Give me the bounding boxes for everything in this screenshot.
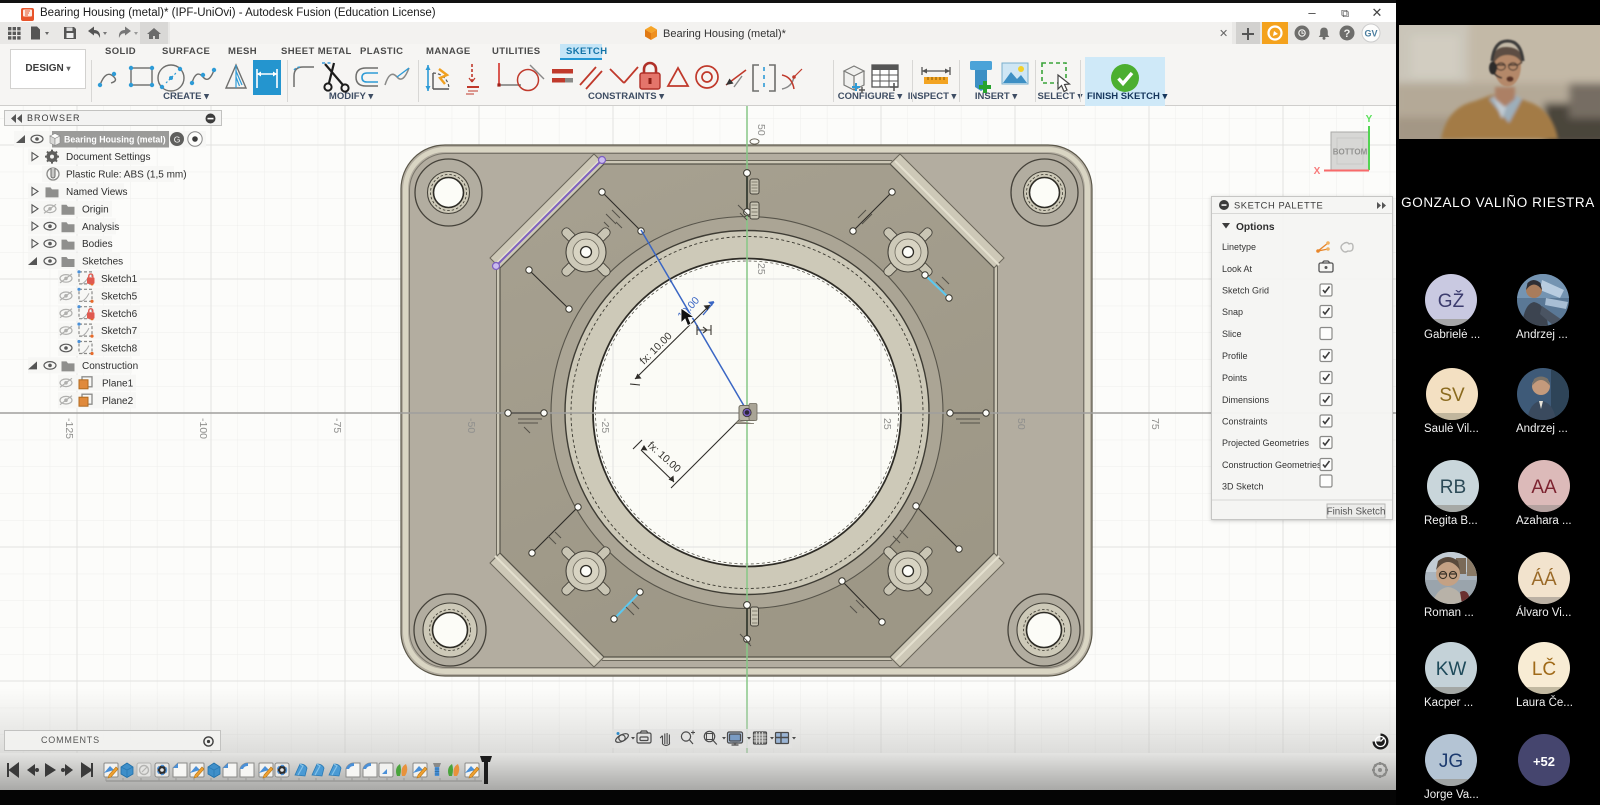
svg-text:Named Views: Named Views	[66, 187, 128, 198]
svg-text:Points: Points	[1222, 373, 1248, 383]
svg-text:G: G	[174, 135, 181, 145]
svg-text:Document Settings: Document Settings	[66, 152, 151, 163]
svg-text:Look At: Look At	[1222, 264, 1253, 274]
svg-text:BOTTOM: BOTTOM	[1333, 148, 1368, 157]
svg-text:SKETCH PALETTE: SKETCH PALETTE	[1234, 201, 1323, 211]
svg-text:Regita B...: Regita B...	[1424, 515, 1478, 527]
svg-text:Analysis: Analysis	[82, 222, 119, 233]
svg-text:Gabrielė ...: Gabrielė ...	[1424, 329, 1480, 341]
svg-text:75: 75	[1149, 418, 1161, 430]
svg-text:Origin: Origin	[82, 204, 109, 215]
svg-text:+52: +52	[1533, 754, 1555, 769]
svg-text:Andrzej ...: Andrzej ...	[1516, 423, 1568, 435]
svg-text:Sketches: Sketches	[82, 257, 123, 268]
svg-text:Constraints: Constraints	[1222, 417, 1268, 427]
svg-text:Saulė Vil...: Saulė Vil...	[1424, 423, 1479, 435]
svg-text:Sketch6: Sketch6	[101, 309, 138, 320]
svg-text:Álvaro Vi...: Álvaro Vi...	[1516, 606, 1571, 619]
svg-text:KW: KW	[1436, 659, 1467, 680]
svg-text:Slice: Slice	[1222, 329, 1242, 339]
svg-text:Snap: Snap	[1222, 307, 1243, 317]
svg-text:Profile: Profile	[1222, 351, 1248, 361]
svg-text:Azahara ...: Azahara ...	[1516, 515, 1572, 527]
svg-text:Roman ...: Roman ...	[1424, 607, 1474, 619]
svg-text:Projected Geometries: Projected Geometries	[1222, 438, 1310, 448]
svg-text:GŽ: GŽ	[1438, 290, 1465, 312]
svg-text:Bearing Housing (metal)*: Bearing Housing (metal)*	[663, 28, 787, 40]
svg-text:-75: -75	[331, 418, 343, 433]
svg-text:25: 25	[755, 263, 767, 275]
svg-text:Dimensions: Dimensions	[1222, 395, 1270, 405]
svg-text:RB: RB	[1440, 477, 1466, 498]
svg-text:3D Sketch: 3D Sketch	[1222, 482, 1264, 492]
svg-text:Finish Sketch: Finish Sketch	[1327, 507, 1386, 518]
svg-text:Plastic Rule: ABS (1,5 mm): Plastic Rule: ABS (1,5 mm)	[66, 170, 187, 181]
svg-text:✕: ✕	[1219, 28, 1228, 40]
svg-text:Bodies: Bodies	[82, 239, 113, 250]
svg-text:AA: AA	[1531, 477, 1557, 498]
svg-text:Sketch8: Sketch8	[101, 344, 138, 355]
svg-text:X: X	[1314, 166, 1321, 177]
svg-text:-25: -25	[599, 418, 611, 433]
svg-text:JG: JG	[1439, 751, 1463, 772]
svg-text:ÁÁ: ÁÁ	[1531, 569, 1557, 590]
svg-text:50: 50	[1015, 418, 1027, 430]
svg-text:LČ: LČ	[1532, 658, 1556, 680]
svg-text:SV: SV	[1439, 385, 1465, 406]
svg-text:Sketch7: Sketch7	[101, 326, 138, 337]
svg-text:50: 50	[755, 124, 767, 136]
svg-text:-50: -50	[465, 418, 477, 433]
svg-text:Construction: Construction	[82, 361, 138, 372]
svg-text:Andrzej ...: Andrzej ...	[1516, 329, 1568, 341]
svg-text:Plane2: Plane2	[102, 396, 134, 407]
svg-text:Laura Če...: Laura Če...	[1516, 696, 1573, 709]
svg-text:GV: GV	[1364, 29, 1377, 39]
svg-text:Plane1: Plane1	[102, 378, 134, 389]
svg-text:Linetype: Linetype	[1222, 242, 1256, 252]
svg-text:Y: Y	[1366, 114, 1373, 125]
svg-text:Bearing Housing (metal): Bearing Housing (metal)	[64, 135, 166, 145]
svg-text:Options: Options	[1236, 222, 1275, 233]
svg-text:25: 25	[881, 418, 893, 430]
svg-text:Kacper ...: Kacper ...	[1424, 697, 1473, 709]
svg-text:Sketch5: Sketch5	[101, 291, 138, 302]
svg-text:Construction Geometries: Construction Geometries	[1222, 460, 1322, 470]
svg-text:?: ?	[1344, 28, 1351, 40]
svg-text:Sketch Grid: Sketch Grid	[1222, 286, 1269, 296]
svg-text:Sketch1: Sketch1	[101, 274, 138, 285]
svg-text:Jorge Va...: Jorge Va...	[1424, 789, 1479, 801]
